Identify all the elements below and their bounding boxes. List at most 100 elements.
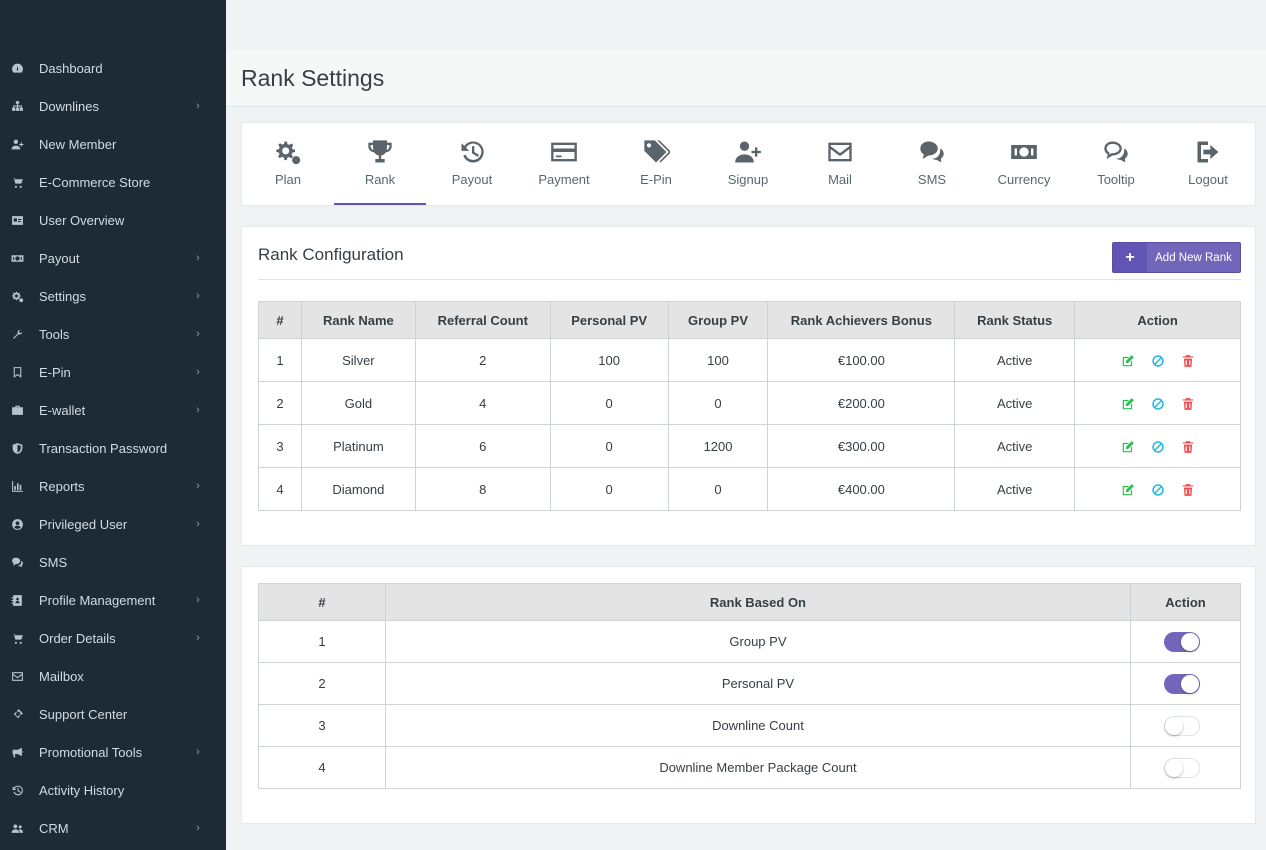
- chevron-right-icon: ›: [196, 594, 200, 606]
- history-icon: [10, 783, 24, 797]
- cell-referral: 8: [414, 467, 551, 511]
- toggle-switch[interactable]: [1163, 757, 1200, 778]
- sidebar-item-label: Promotional Tools: [39, 744, 143, 760]
- table-row: 4 Diamond 8 0 0 €400.00 Active: [258, 467, 1241, 511]
- sidebar-item-label: E-Pin: [39, 364, 71, 380]
- column-header: #: [258, 301, 302, 339]
- sidebar-item-reports[interactable]: Reports ›: [0, 467, 226, 505]
- sidebar-item-e-pin[interactable]: E-Pin ›: [0, 353, 226, 391]
- rank-configuration-title: Rank Configuration: [258, 245, 404, 264]
- delete-icon[interactable]: [1181, 440, 1195, 454]
- sidebar-item-sms[interactable]: SMS: [0, 543, 226, 581]
- block-icon[interactable]: [1151, 483, 1165, 497]
- tab-label: Mail: [828, 172, 852, 187]
- top-header: [226, 0, 1266, 50]
- tab-label: E-Pin: [640, 172, 672, 187]
- sidebar-item-new-member[interactable]: New Member: [0, 125, 226, 163]
- sidebar-item-crm[interactable]: CRM ›: [0, 809, 226, 847]
- edit-icon[interactable]: [1121, 483, 1135, 497]
- cell-num: 3: [258, 424, 302, 468]
- block-icon[interactable]: [1151, 354, 1165, 368]
- edit-icon[interactable]: [1121, 354, 1135, 368]
- plus-icon: +: [1113, 243, 1147, 272]
- sidebar-item-activity-history[interactable]: Activity History: [0, 771, 226, 809]
- page-title: Rank Settings: [241, 65, 385, 91]
- cell-status: Active: [954, 381, 1076, 425]
- sidebar-item-e-commerce-store[interactable]: E-Commerce Store: [0, 163, 226, 201]
- sidebar-item-user-overview[interactable]: User Overview: [0, 201, 226, 239]
- cell-referral: 6: [414, 424, 551, 468]
- page-title-bar: Rank Settings: [226, 50, 1266, 107]
- comments-outline-icon: [1101, 137, 1131, 167]
- divider: [258, 279, 1241, 280]
- rank-based-on-panel: # Rank Based On Action 1 Group PV 2 Personal …: [241, 566, 1256, 824]
- cell-rank-based-on: Downline Count: [384, 704, 1132, 747]
- sidebar-item-order-details[interactable]: Order Details ›: [0, 619, 226, 657]
- comments-icon: [917, 137, 947, 167]
- sidebar-item-settings[interactable]: Settings ›: [0, 277, 226, 315]
- block-icon[interactable]: [1151, 397, 1165, 411]
- sidebar-item-e-wallet[interactable]: E-wallet ›: [0, 391, 226, 429]
- sidebar-item-promotional-tools[interactable]: Promotional Tools ›: [0, 733, 226, 771]
- cell-action: [1130, 746, 1241, 789]
- delete-icon[interactable]: [1181, 354, 1195, 368]
- sidebar-item-label: Profile Management: [39, 592, 156, 608]
- edit-icon[interactable]: [1121, 397, 1135, 411]
- sidebar-item-dashboard[interactable]: Dashboard: [0, 49, 226, 87]
- toggle-switch[interactable]: [1163, 673, 1200, 694]
- sidebar-item-label: Tools: [39, 326, 70, 342]
- sidebar-item-downlines[interactable]: Downlines ›: [0, 87, 226, 125]
- cell-group-pv: 0: [667, 467, 769, 511]
- cell-status: Active: [954, 338, 1076, 382]
- tab-payout[interactable]: Payout: [426, 123, 518, 205]
- delete-icon[interactable]: [1181, 397, 1195, 411]
- column-header: Personal PV: [549, 301, 669, 339]
- sidebar: Dashboard Downlines › New Member E-Commerce …: [0, 0, 226, 850]
- table-row: 3 Platinum 6 0 1200 €300.00 Active: [258, 424, 1241, 468]
- tab-label: SMS: [917, 172, 947, 187]
- tab-payment[interactable]: Payment: [518, 123, 610, 205]
- tab-tooltip[interactable]: Tooltip: [1070, 123, 1162, 205]
- column-header: Rank Achievers Bonus: [767, 301, 956, 339]
- sidebar-item-profile-management[interactable]: Profile Management ›: [0, 581, 226, 619]
- add-new-rank-button[interactable]: + Add New Rank: [1112, 242, 1241, 273]
- tab-mail[interactable]: Mail: [794, 123, 886, 205]
- chevron-right-icon: ›: [196, 100, 200, 112]
- table-row: 1 Group PV: [258, 620, 1241, 663]
- cell-name: Diamond: [300, 467, 416, 511]
- sidebar-item-transaction-password[interactable]: Transaction Password: [0, 429, 226, 467]
- toggle-switch[interactable]: [1163, 631, 1200, 652]
- briefcase-icon: [10, 403, 24, 417]
- cell-num: 4: [258, 467, 302, 511]
- block-icon[interactable]: [1151, 440, 1165, 454]
- tab-label: Payment: [538, 172, 590, 187]
- tab-currency[interactable]: Currency: [978, 123, 1070, 205]
- sidebar-item-mailbox[interactable]: Mailbox: [0, 657, 226, 695]
- tab-e-pin[interactable]: E-Pin: [610, 123, 702, 205]
- tab-label: Signup: [727, 172, 769, 187]
- sidebar-item-tools[interactable]: Tools ›: [0, 315, 226, 353]
- tab-signup[interactable]: Signup: [702, 123, 794, 205]
- settings-tab-bar: Plan Rank Payout Payment E-Pin Signup Mail SMS C…: [241, 122, 1256, 206]
- toggle-switch[interactable]: [1163, 715, 1200, 736]
- delete-icon[interactable]: [1181, 483, 1195, 497]
- user-circle-icon: [10, 517, 24, 531]
- column-header: Rank Name: [300, 301, 416, 339]
- sidebar-item-payout[interactable]: Payout ›: [0, 239, 226, 277]
- tab-plan[interactable]: Plan: [242, 123, 334, 205]
- tab-logout[interactable]: Logout: [1162, 123, 1254, 205]
- credit-card-icon: [549, 137, 579, 167]
- column-header: Rank Based On: [384, 583, 1132, 621]
- money-icon: [10, 251, 24, 265]
- sidebar-item-privileged-user[interactable]: Privileged User ›: [0, 505, 226, 543]
- column-header: #: [258, 583, 386, 621]
- cogs-icon: [10, 289, 24, 303]
- tab-rank[interactable]: Rank: [334, 123, 426, 205]
- edit-icon[interactable]: [1121, 440, 1135, 454]
- sitemap-icon: [10, 99, 24, 113]
- tab-sms[interactable]: SMS: [886, 123, 978, 205]
- chevron-right-icon: ›: [196, 290, 200, 302]
- cart-icon: [10, 175, 24, 189]
- add-new-rank-label: Add New Rank: [1155, 251, 1232, 264]
- sidebar-item-support-center[interactable]: Support Center: [0, 695, 226, 733]
